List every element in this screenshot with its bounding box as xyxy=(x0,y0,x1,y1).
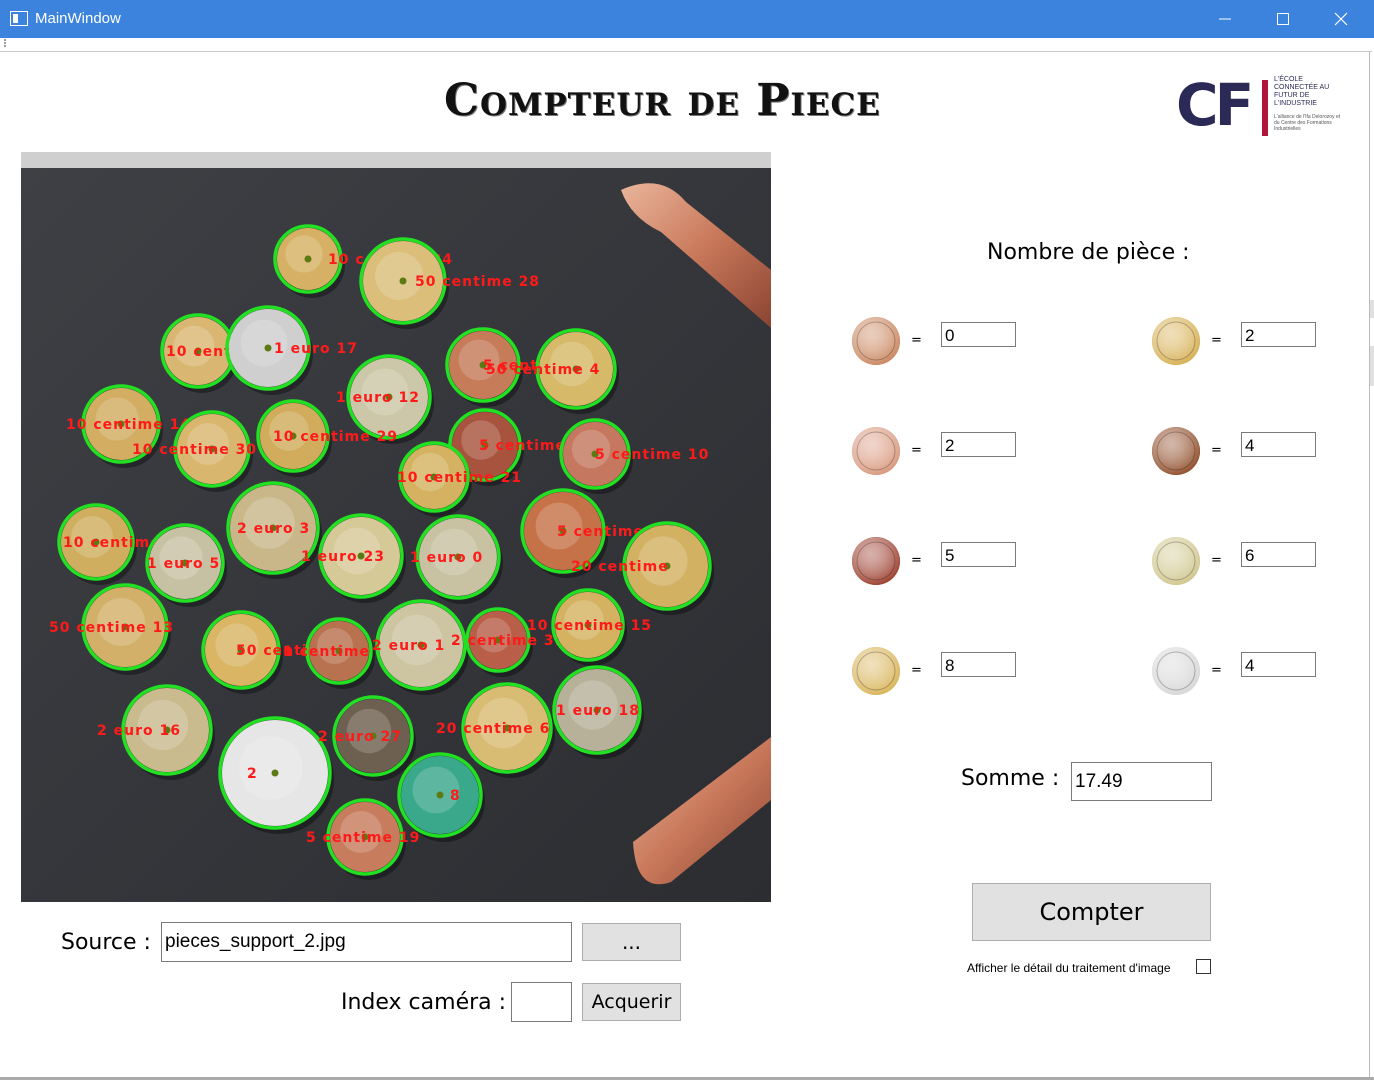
center-dot xyxy=(436,791,444,799)
equals-sign: = xyxy=(1211,333,1222,348)
detection-label: 2 euro 3 xyxy=(237,521,310,537)
1-centime-coin-icon xyxy=(851,316,901,366)
1-centime-count-field[interactable]: 0 xyxy=(941,322,1016,347)
detection-label: 10 centime 21 xyxy=(397,470,522,486)
5-centime-count-field[interactable]: 5 xyxy=(941,542,1016,567)
detection-label: 2 centime 31 xyxy=(451,633,565,649)
2-euro-coin-icon xyxy=(1151,646,1201,696)
minimize-icon xyxy=(1219,18,1231,20)
detection-label: 1 euro 5 xyxy=(147,556,220,572)
logo-subtext: L'alliance de l'Ifa Delorozoy et du Cent… xyxy=(1274,114,1341,132)
center-dot xyxy=(304,255,312,263)
detail-checkbox[interactable] xyxy=(1196,959,1211,974)
10-centime-count-field[interactable]: 8 xyxy=(941,652,1016,677)
app-title: Compteur de Piece xyxy=(444,75,881,126)
detection-label: 1 euro 23 xyxy=(301,549,385,565)
detection-label: 50 centime 13 xyxy=(49,620,174,636)
equals-sign: = xyxy=(911,333,922,348)
edge-strip xyxy=(1370,346,1374,386)
detection-label: 20 centime xyxy=(571,559,669,575)
app-window-icon xyxy=(10,11,28,26)
window-titlebar[interactable]: MainWindow xyxy=(0,0,1374,38)
detail-checkbox-label: Afficher le détail du traitement d'image xyxy=(967,961,1171,975)
somme-label: Somme : xyxy=(961,766,1060,791)
camera-index-label: Index caméra : xyxy=(341,990,507,1015)
center-dot xyxy=(264,344,272,352)
close-icon xyxy=(1334,12,1348,26)
maximize-icon xyxy=(1277,13,1289,25)
10-centime-coin-icon xyxy=(851,646,901,696)
50-centime-count-field[interactable]: 4 xyxy=(1241,432,1316,457)
equals-sign: = xyxy=(1211,553,1222,568)
detection-label: 1 euro 0 xyxy=(410,550,483,566)
source-label: Source : xyxy=(61,930,151,955)
detection-label: 50 centime 28 xyxy=(415,274,540,290)
detection-label: 2 euro 1 xyxy=(372,638,445,654)
close-button[interactable] xyxy=(1312,0,1370,38)
detection-label: 20 centime 6 xyxy=(436,721,550,737)
toolbar-grip-icon[interactable] xyxy=(4,39,8,47)
detection-label: 1 euro 18 xyxy=(556,703,640,719)
5-centime-coin-icon xyxy=(851,536,901,586)
equals-sign: = xyxy=(911,553,922,568)
processed-coin-image: 10 centime 2450 centime 2810 centime 171… xyxy=(21,152,771,902)
2-centime-count-field[interactable]: 2 xyxy=(941,432,1016,457)
equals-sign: = xyxy=(1211,443,1222,458)
acquerir-button[interactable]: Acquerir xyxy=(582,983,681,1021)
2-euro-count-field[interactable]: 4 xyxy=(1241,652,1316,677)
maximize-button[interactable] xyxy=(1254,0,1312,38)
2-centime-coin-icon xyxy=(851,426,901,476)
center-dot xyxy=(271,769,279,777)
equals-sign: = xyxy=(911,663,922,678)
compter-button[interactable]: Compter xyxy=(972,883,1211,941)
cfi-logo: CF L'ÉCOLE CONNECTÉE AU FUTUR DE L'INDUS… xyxy=(1176,74,1346,140)
logo-accent-bar xyxy=(1262,80,1268,136)
detection-label: 8 xyxy=(450,788,461,804)
detection-label: 2 euro 16 xyxy=(97,723,181,739)
equals-sign: = xyxy=(1211,663,1222,678)
detection-label: 10 centime 15 xyxy=(527,618,652,634)
20-centime-count-field[interactable]: 2 xyxy=(1241,322,1316,347)
detection-label: 50 centime 4 xyxy=(486,362,600,378)
somme-field[interactable]: 17.49 xyxy=(1071,762,1212,801)
detection-label: 1 euro 12 xyxy=(336,390,420,406)
1-euro-coin-icon xyxy=(1151,536,1201,586)
detection-label: 1 euro 17 xyxy=(274,341,358,357)
edge-strip xyxy=(1370,300,1374,318)
20-centime-coin-icon xyxy=(1151,316,1201,366)
detection-label: 5 centime 19 xyxy=(306,830,420,846)
menu-bar xyxy=(0,38,1372,52)
count-panel-title: Nombre de pièce : xyxy=(987,240,1190,265)
detection-label: 10 centime 14 xyxy=(66,417,191,433)
camera-index-input[interactable] xyxy=(511,982,572,1022)
logo-tagline: L'ÉCOLE CONNECTÉE AU FUTUR DE L'INDUSTRI… xyxy=(1274,76,1330,107)
detection-label: 2 euro 27 xyxy=(318,729,402,745)
source-path-input[interactable]: pieces_support_2.jpg xyxy=(161,922,572,962)
image-top-strip xyxy=(21,152,771,168)
detection-label: 10 centime 29 xyxy=(273,429,398,445)
center-dot xyxy=(399,277,407,285)
browse-button[interactable]: ... xyxy=(582,923,681,961)
1-euro-count-field[interactable]: 6 xyxy=(1241,542,1316,567)
detection-label: 5 centime 10 xyxy=(595,447,709,463)
window-right-frame xyxy=(1369,52,1374,1080)
window-title: MainWindow xyxy=(35,10,121,27)
equals-sign: = xyxy=(911,443,922,458)
detection-label: 2 xyxy=(247,766,258,782)
detection-label: 10 centime 30 xyxy=(132,442,257,458)
50-centime-coin-icon xyxy=(1151,426,1201,476)
logo-mark: CF xyxy=(1176,71,1254,139)
minimize-button[interactable] xyxy=(1196,0,1254,38)
